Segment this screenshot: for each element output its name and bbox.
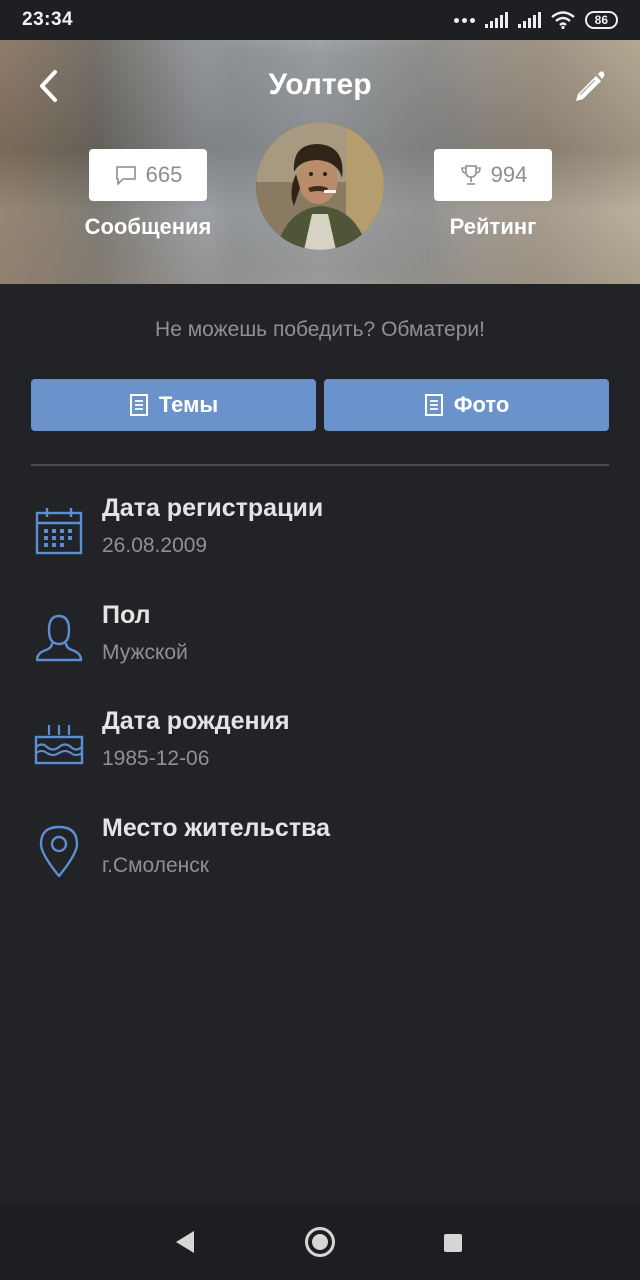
avatar-photo [256, 122, 384, 250]
info-row-birthdate: Дата рождения 1985-12-06 [0, 707, 640, 797]
nav-back-icon[interactable] [172, 1229, 198, 1255]
photo-button-label: Фото [453, 392, 510, 417]
info-title: Пол [102, 601, 151, 629]
topics-button-label: Темы [158, 392, 219, 417]
info-value: 26.08.2009 [102, 534, 208, 557]
rating-count: 994 [490, 162, 528, 187]
person-icon [35, 614, 83, 662]
photo-button[interactable]: Фото [324, 379, 609, 431]
document-icon [129, 394, 148, 416]
rating-counter[interactable]: 994 [434, 149, 552, 201]
status-bar: 23:34 86 [0, 0, 640, 40]
pencil-icon [576, 71, 605, 101]
chat-bubble-icon [115, 166, 136, 185]
divider [31, 464, 609, 466]
status-time: 23:34 [22, 9, 74, 30]
topics-button[interactable]: Темы [31, 379, 316, 431]
profile-name: Уолтер [268, 68, 372, 101]
more-dots-icon [453, 17, 475, 23]
avatar[interactable] [256, 122, 384, 250]
document-icon [424, 394, 443, 416]
info-title: Дата рождения [102, 707, 290, 735]
location-pin-icon [39, 825, 79, 878]
system-navigation-bar [0, 1203, 640, 1280]
edit-profile-button[interactable] [568, 64, 612, 108]
info-row-location: Место жительства г.Смоленск [0, 814, 640, 904]
trophy-icon [460, 165, 481, 185]
messages-count: 665 [145, 162, 183, 187]
info-row-registration: Дата регистрации 26.08.2009 [0, 494, 640, 584]
info-title: Дата регистрации [102, 494, 324, 522]
info-value: г.Смоленск [102, 854, 209, 877]
nav-home-icon[interactable] [305, 1227, 335, 1257]
rating-label: Рейтинг [449, 214, 537, 239]
cake-icon [34, 725, 84, 765]
wifi-icon [550, 11, 575, 29]
user-status-message: Не можешь победить? Обматери! [155, 318, 485, 341]
calendar-icon [35, 508, 83, 555]
info-value: Мужской [102, 641, 188, 664]
info-row-gender: Пол Мужской [0, 601, 640, 691]
signal-icon [484, 12, 508, 28]
messages-counter[interactable]: 665 [89, 149, 207, 201]
signal-icon [517, 12, 541, 28]
messages-label: Сообщения [84, 214, 212, 239]
status-icons: 86 [453, 11, 618, 29]
nav-recents-icon[interactable] [444, 1234, 462, 1252]
battery-icon: 86 [584, 11, 618, 29]
profile-header: Уолтер 665 Сообщения 994 Рейтинг [0, 40, 640, 284]
info-title: Место жительства [102, 814, 331, 842]
info-value: 1985-12-06 [102, 747, 210, 770]
